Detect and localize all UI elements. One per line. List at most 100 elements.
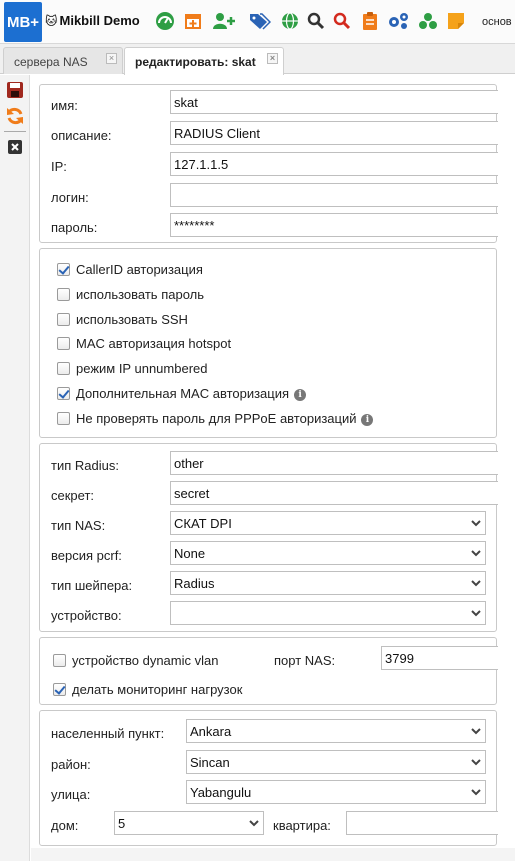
city-select[interactable]: Ankara <box>186 719 486 743</box>
options-panel: CallerID авторизация использовать пароль… <box>39 248 497 438</box>
settings-icon[interactable] <box>386 11 410 31</box>
globe-icon[interactable] <box>280 11 300 31</box>
search-red-icon[interactable] <box>332 11 352 31</box>
city-label: населенный пункт: <box>51 726 165 741</box>
app-title[interactable]: 🐱 Mikbill Demo <box>45 13 140 28</box>
device-label: устройство: <box>51 608 122 623</box>
extra-mac-auth-row: Дополнительная MAC авторизация i <box>76 386 307 401</box>
chevron-down-icon <box>469 515 483 531</box>
use-ssh-checkbox[interactable] <box>57 313 70 326</box>
district-select[interactable]: Sincan <box>186 750 486 774</box>
network-icon[interactable] <box>418 11 438 31</box>
password-field[interactable]: ******** <box>170 213 498 237</box>
info-icon[interactable]: i <box>361 414 374 426</box>
pcrf-version-value: None <box>174 546 206 561</box>
apartment-label: квартира: <box>273 818 331 833</box>
pcrf-version-select[interactable]: None <box>170 541 486 565</box>
city-value: Ankara <box>190 724 232 739</box>
use-password-checkbox[interactable] <box>57 288 70 301</box>
save-icon[interactable] <box>5 80 25 100</box>
chevron-down-icon <box>469 754 483 770</box>
house-label: дом: <box>51 818 79 833</box>
calendar-add-icon[interactable] <box>183 11 203 31</box>
dashboard-icon[interactable] <box>155 11 175 31</box>
district-value: Sincan <box>190 755 230 770</box>
secret-field[interactable]: secret <box>170 481 498 505</box>
extra-mac-auth-label: Дополнительная MAC авторизация <box>76 386 290 401</box>
nas-port-field[interactable]: 3799 <box>381 646 498 670</box>
pppoe-no-check-row: Не проверять пароль для PPPoE авторизаци… <box>76 411 374 426</box>
app-logo[interactable]: MB+ <box>4 2 42 42</box>
description-field[interactable]: RADIUS Client <box>170 121 498 145</box>
refresh-icon[interactable] <box>5 106 25 126</box>
extra-mac-auth-checkbox[interactable] <box>57 387 70 400</box>
house-value: 5 <box>118 816 126 831</box>
top-toolbar: MB+ 🐱 Mikbill Demo основ <box>0 0 515 44</box>
ip-unnumbered-checkbox[interactable] <box>57 362 70 375</box>
tab-close-icon[interactable]: × <box>106 53 117 64</box>
name-field[interactable]: skat <box>170 90 498 114</box>
dynamic-vlan-checkbox[interactable] <box>53 654 66 667</box>
use-password-label: использовать пароль <box>76 287 204 302</box>
close-icon[interactable] <box>5 137 25 157</box>
chevron-down-icon <box>469 784 483 800</box>
nas-type-select[interactable]: СКАТ DPI <box>170 511 486 535</box>
ip-field[interactable]: 127.1.1.5 <box>170 152 498 176</box>
district-label: район: <box>51 757 91 772</box>
main-menu-label[interactable]: основ <box>482 16 512 28</box>
house-select[interactable]: 5 <box>114 811 264 835</box>
search-icon[interactable] <box>306 11 326 31</box>
load-monitoring-checkbox[interactable] <box>53 683 66 696</box>
shaper-type-value: Radius <box>174 576 215 591</box>
radius-type-field[interactable]: other <box>170 451 498 475</box>
general-panel: имя: skat описание: RADIUS Client IP: 12… <box>39 84 498 243</box>
radius-panel: тип Radius: other секрет: secret тип NAS… <box>39 443 498 632</box>
chevron-down-icon <box>469 723 483 739</box>
ip-label: IP: <box>51 159 67 174</box>
tab-nas-servers[interactable]: сервера NAS × <box>3 47 123 74</box>
street-label: улица: <box>51 787 91 802</box>
nas-port-label: порт NAS: <box>274 653 336 668</box>
street-select[interactable]: Yabangulu <box>186 780 486 804</box>
callerid-auth-checkbox[interactable] <box>57 263 70 276</box>
separator <box>4 131 26 132</box>
secret-label: секрет: <box>51 488 95 503</box>
add-user-icon[interactable] <box>212 11 236 31</box>
bottom-strip <box>31 848 515 861</box>
name-label: имя: <box>51 98 78 113</box>
login-label: логин: <box>51 190 89 205</box>
mac-hotspot-checkbox[interactable] <box>57 337 70 350</box>
ip-unnumbered-label: режим IP unnumbered <box>76 361 208 376</box>
login-field[interactable] <box>170 183 498 207</box>
note-icon[interactable] <box>446 11 466 31</box>
info-icon[interactable]: i <box>294 389 307 401</box>
tab-label: сервера NAS <box>14 55 88 69</box>
vlan-panel: устройство dynamic vlan порт NAS: 3799 д… <box>39 637 498 705</box>
pppoe-no-check-checkbox[interactable] <box>57 412 70 425</box>
side-action-bar <box>0 75 30 861</box>
radius-type-label: тип Radius: <box>51 458 119 473</box>
chevron-down-icon <box>469 575 483 591</box>
app-title-text: Mikbill Demo <box>59 13 140 28</box>
tab-close-icon[interactable]: × <box>267 53 278 64</box>
clipboard-icon[interactable] <box>360 11 380 31</box>
address-panel: населенный пункт: Ankara район: Sincan у… <box>39 710 498 846</box>
device-select[interactable] <box>170 601 486 625</box>
tags-icon[interactable] <box>248 11 272 31</box>
cat-icon: 🐱 <box>45 13 58 28</box>
use-ssh-label: использовать SSH <box>76 312 188 327</box>
apartment-field[interactable] <box>346 811 498 835</box>
chevron-down-icon <box>469 545 483 561</box>
tab-label: редактировать: skat <box>135 55 256 69</box>
dynamic-vlan-label: устройство dynamic vlan <box>72 653 219 668</box>
tab-edit-skat[interactable]: редактировать: skat × <box>124 47 284 75</box>
load-monitoring-label: делать мониторинг нагрузок <box>72 682 243 697</box>
pcrf-version-label: версия pcrf: <box>51 548 122 563</box>
shaper-type-select[interactable]: Radius <box>170 571 486 595</box>
chevron-down-icon <box>247 815 261 831</box>
password-label: пароль: <box>51 220 98 235</box>
shaper-type-label: тип шейпера: <box>51 578 133 593</box>
nas-type-value: СКАТ DPI <box>174 516 232 531</box>
tab-bar: сервера NAS × редактировать: skat × <box>0 44 515 75</box>
chevron-down-icon <box>469 605 483 621</box>
